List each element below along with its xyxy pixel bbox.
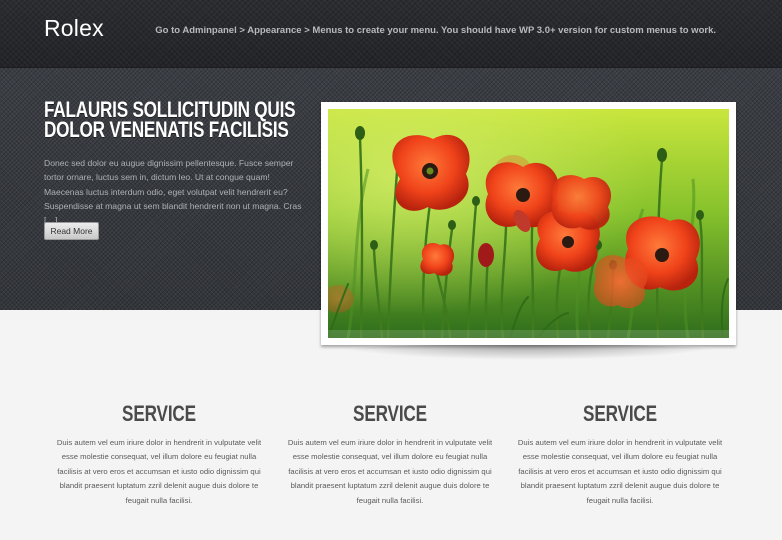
service-title: Service	[122, 401, 196, 426]
service-text: Duis autem vel eum iriure dolor in hendr…	[517, 438, 723, 505]
service-column-2: Service Duis autem vel eum iriure dolor …	[280, 402, 500, 508]
service-column-3: Service Duis autem vel eum iriure dolor …	[510, 402, 730, 508]
service-title: Service	[583, 401, 657, 426]
site-logo[interactable]: Rolex	[44, 15, 104, 42]
services-section: Service Duis autem vel eum iriure dolor …	[0, 310, 782, 540]
hero-excerpt: Donec sed dolor eu augue dignissim pelle…	[44, 158, 302, 226]
service-title: Service	[353, 401, 427, 426]
menu-notice: Go to Adminpanel > Appearance > Menus to…	[155, 25, 716, 36]
page: Rolex Go to Adminpanel > Appearance > Me…	[0, 0, 782, 540]
read-more-button[interactable]: Read More	[44, 222, 99, 240]
feature-image-frame[interactable]	[321, 102, 736, 345]
service-text: Duis autem vel eum iriure dolor in hendr…	[287, 438, 493, 505]
hero-title[interactable]: Falauris sollicitudin quis dolor venenat…	[44, 99, 309, 141]
feature-image-poppies[interactable]	[328, 109, 729, 338]
site-header: Rolex Go to Adminpanel > Appearance > Me…	[0, 0, 782, 68]
service-text: Duis autem vel eum iriure dolor in hendr…	[56, 438, 262, 505]
service-column-1: Service Duis autem vel eum iriure dolor …	[49, 402, 269, 508]
